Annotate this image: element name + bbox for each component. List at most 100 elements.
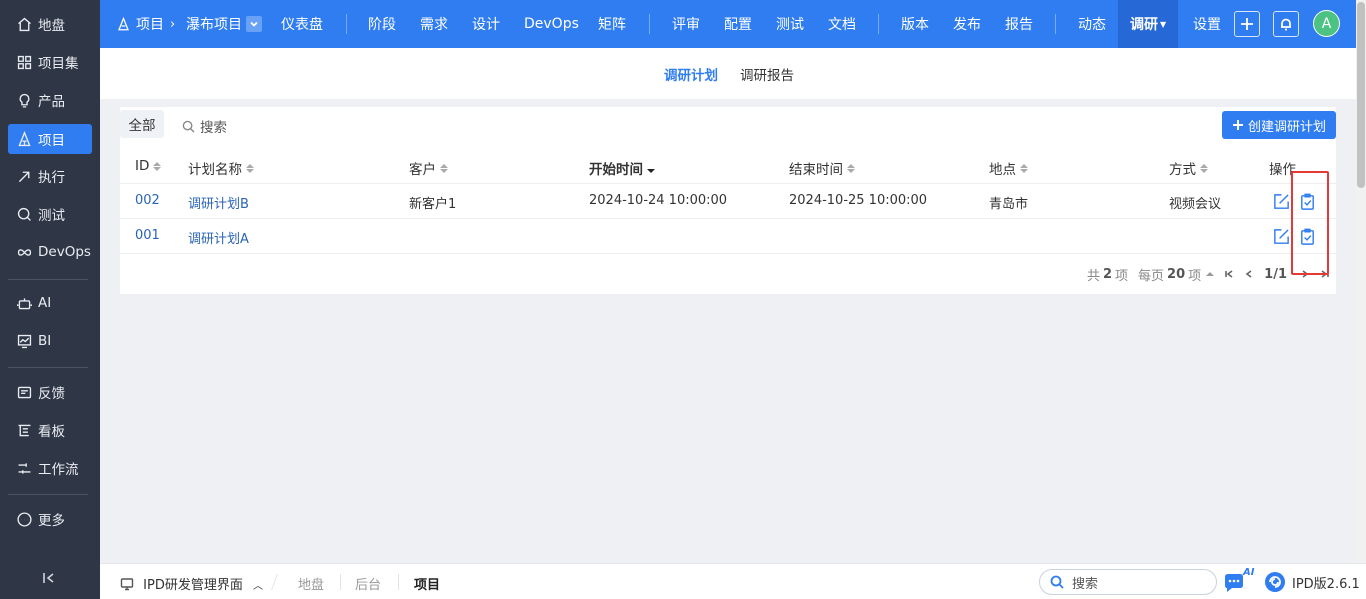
create-research-plan-button[interactable]: 创建调研计划 <box>1222 111 1336 139</box>
breadcrumb-divider <box>340 574 341 590</box>
sidebar-item-feedback[interactable]: 反馈 <box>8 377 92 407</box>
nav-devops[interactable]: DevOps <box>524 0 579 48</box>
sidebar-item-product[interactable]: 产品 <box>8 85 92 115</box>
logo-icon <box>1264 571 1286 593</box>
column-name[interactable]: 计划名称 <box>188 158 254 178</box>
nav-matrix[interactable]: 矩阵 <box>598 0 626 48</box>
app-switcher[interactable]: IPD研发管理界面 ︿ <box>120 574 263 595</box>
sidebar-item-workflow[interactable]: 工作流 <box>8 453 92 483</box>
column-method[interactable]: 方式 <box>1169 158 1208 178</box>
infinity-icon <box>14 242 34 262</box>
search-toggle[interactable]: 搜索 <box>182 116 227 136</box>
nav-settings[interactable]: 设置 <box>1193 0 1221 48</box>
sub-tabs: 调研计划 调研报告 <box>100 48 1356 99</box>
bell-icon <box>1279 17 1293 31</box>
nav-design[interactable]: 设计 <box>472 0 500 48</box>
cell-id[interactable]: 001 <box>135 228 160 243</box>
run-icon <box>14 166 34 186</box>
nav-activity[interactable]: 动态 <box>1078 0 1106 48</box>
sidebar-item-kanban[interactable]: 看板 <box>8 415 92 445</box>
nav-requirement[interactable]: 需求 <box>420 0 448 48</box>
sidebar-item-devops[interactable]: DevOps <box>8 237 92 267</box>
cell-id[interactable]: 002 <box>135 193 160 208</box>
global-search-input[interactable]: 搜索 <box>1039 569 1217 595</box>
breadcrumb-root[interactable]: 项目 › <box>116 0 181 48</box>
prev-page-icon[interactable] <box>1244 269 1254 279</box>
nav-report[interactable]: 报告 <box>1005 0 1033 48</box>
column-customer[interactable]: 客户 <box>409 158 448 178</box>
nav-release[interactable]: 发布 <box>953 0 981 48</box>
column-start-time[interactable]: 开始时间 <box>589 158 655 178</box>
nav-test[interactable]: 测试 <box>776 0 804 48</box>
sidebar-item-label: AI <box>38 295 52 311</box>
sidebar-item-project[interactable]: 项目 <box>8 124 92 154</box>
breadcrumb-divider <box>271 574 278 590</box>
cell-customer: 新客户1 <box>409 197 457 212</box>
sidebar-item-label: 项目集 <box>38 56 79 72</box>
sidebar-item-test[interactable]: 测试 <box>8 199 92 229</box>
add-button[interactable] <box>1234 11 1260 37</box>
nav-config[interactable]: 配置 <box>724 0 752 48</box>
filter-all-button[interactable]: 全部 <box>120 110 164 138</box>
sidebar-item-label: 更多 <box>38 513 65 529</box>
sidebar-item-dashboard[interactable]: 地盘 <box>8 9 92 39</box>
bottom-crumb-admin[interactable]: 后台 <box>355 574 381 593</box>
chevron-down-icon[interactable] <box>246 16 262 32</box>
cell-method: 视频会议 <box>1169 197 1222 212</box>
clipboard-check-icon[interactable] <box>1298 227 1318 247</box>
version-info[interactable]: IPD版2.6.1 <box>1264 571 1360 593</box>
column-end-time[interactable]: 结束时间 <box>789 158 855 178</box>
ai-chat-icon[interactable]: AI <box>1223 567 1255 595</box>
collapse-sidebar-icon[interactable] <box>42 571 58 587</box>
edit-icon[interactable] <box>1272 192 1292 212</box>
sidebar-item-ai[interactable]: AI <box>8 288 92 318</box>
column-actions: 操作 <box>1269 162 1296 178</box>
project-icon <box>116 16 131 32</box>
bottom-crumb-project[interactable]: 项目 <box>414 574 440 593</box>
table-header: ID 计划名称 客户 开始时间 结束时间 地点 方式 操作 <box>120 149 1336 184</box>
tab-research-report[interactable]: 调研报告 <box>740 64 794 84</box>
breadcrumb-divider <box>398 574 399 590</box>
pager-total-prefix: 共 <box>1086 268 1100 284</box>
tab-research-plan[interactable]: 调研计划 <box>664 64 718 84</box>
cell-name[interactable]: 调研计划A <box>188 228 249 247</box>
next-page-icon[interactable] <box>1300 269 1310 279</box>
nav-version[interactable]: 版本 <box>901 0 929 48</box>
sort-icon <box>847 163 855 173</box>
page-size-select[interactable]: 每页 20 项 <box>1138 265 1215 284</box>
grid-icon <box>14 52 34 72</box>
cell-name[interactable]: 调研计划B <box>188 193 249 212</box>
sidebar-item-program[interactable]: 项目集 <box>8 47 92 77</box>
sidebar-item-label: 项目 <box>38 133 65 149</box>
nav-stage[interactable]: 阶段 <box>368 0 396 48</box>
avatar[interactable]: A <box>1313 10 1340 37</box>
sidebar-item-execution[interactable]: 执行 <box>8 161 92 191</box>
sidebar-item-label: 地盘 <box>38 18 65 34</box>
nav-review[interactable]: 评审 <box>672 0 700 48</box>
breadcrumb-project[interactable]: 瀑布项目 <box>186 0 262 48</box>
scrollbar-thumb[interactable] <box>1357 2 1365 188</box>
sidebar: 地盘 项目集 产品 项目 执行 测试 DevOps AI BI 反馈 看板 工作… <box>0 0 100 599</box>
last-page-icon[interactable] <box>1320 269 1330 279</box>
sidebar-item-more[interactable]: 更多 <box>8 504 92 534</box>
edit-icon[interactable] <box>1272 227 1292 247</box>
nav-divider <box>649 14 650 34</box>
first-page-icon[interactable] <box>1224 269 1234 279</box>
sidebar-item-bi[interactable]: BI <box>8 326 92 356</box>
plus-icon <box>1232 119 1248 131</box>
caret-down-icon: ▼ <box>1160 19 1167 29</box>
nav-research[interactable]: 调研 ▼ <box>1118 0 1179 48</box>
ai-badge: AI <box>1243 567 1255 578</box>
nav-dashboard[interactable]: 仪表盘 <box>281 0 323 48</box>
sort-icon <box>246 163 254 173</box>
nav-divider <box>346 14 347 34</box>
column-location[interactable]: 地点 <box>989 158 1028 178</box>
column-id[interactable]: ID <box>135 158 162 174</box>
sort-icon <box>1020 163 1028 173</box>
notification-button[interactable] <box>1273 11 1299 37</box>
nav-doc[interactable]: 文档 <box>828 0 856 48</box>
bottom-crumb-dashboard[interactable]: 地盘 <box>298 574 324 593</box>
plus-icon <box>1240 17 1254 31</box>
clipboard-check-icon[interactable] <box>1298 192 1318 212</box>
cell-start-time: 2024-10-24 10:00:00 <box>589 193 728 208</box>
